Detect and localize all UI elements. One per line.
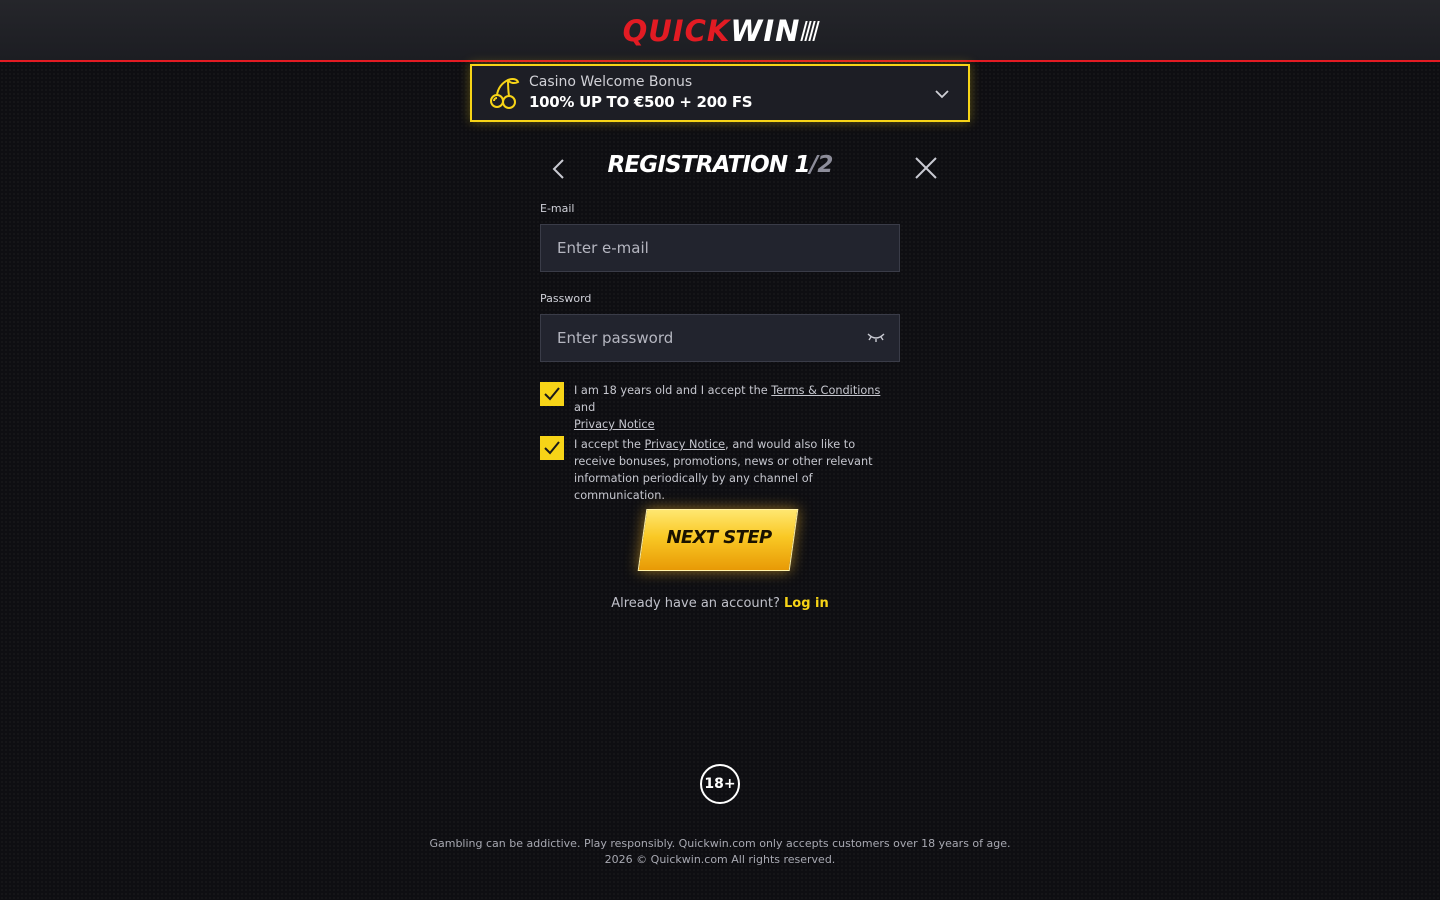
cherry-icon <box>490 77 520 109</box>
bonus-title: 100% UP TO €500 + 200 FS <box>529 93 753 111</box>
marketing-checkbox[interactable] <box>540 436 564 460</box>
email-label: E-mail <box>540 202 575 215</box>
close-icon[interactable] <box>913 155 939 181</box>
terms-consent-text: I am 18 years old and I accept the Terms… <box>574 382 904 433</box>
checkmark-icon <box>544 387 560 401</box>
copyright-line: 2026 © Quickwin.com All rights reserved. <box>604 853 836 866</box>
step-total: /2 <box>809 152 834 178</box>
chevron-down-icon[interactable] <box>934 86 950 102</box>
privacy-notice-link[interactable]: Privacy Notice <box>574 418 655 431</box>
terms-conditions-link[interactable]: Terms & Conditions <box>771 384 880 397</box>
bonus-selector[interactable]: Casino Welcome Bonus 100% UP TO €500 + 2… <box>470 64 970 122</box>
checkmark-icon <box>544 441 560 455</box>
eye-closed-icon[interactable] <box>867 331 885 343</box>
privacy-notice-link-2[interactable]: Privacy Notice <box>645 438 726 451</box>
quickwin-logo[interactable]: QUICK WIN <box>622 0 821 61</box>
next-step-button[interactable]: NEXT STEP <box>636 505 802 575</box>
bonus-subtitle: Casino Welcome Bonus <box>529 74 693 90</box>
password-input[interactable] <box>540 314 900 362</box>
logo-quick-text: QUICK <box>622 14 731 48</box>
terms-checkbox[interactable] <box>540 382 564 406</box>
login-link[interactable]: Log in <box>784 596 829 611</box>
footer-disclaimer: Gambling can be addictive. Play responsi… <box>380 836 1060 868</box>
disclaimer-line-1: Gambling can be addictive. Play responsi… <box>429 837 1011 850</box>
marketing-consent-text: I accept the Privacy Notice, and would a… <box>574 436 894 504</box>
already-account-text: Already have an account? <box>611 596 780 611</box>
step-current: 1 <box>794 152 811 178</box>
age-restriction-badge: 18+ <box>700 764 740 804</box>
top-header: QUICK WIN <box>0 0 1440 62</box>
logo-win-text: WIN <box>730 14 801 48</box>
logo-stripes <box>800 21 821 41</box>
consent1-text-middle: and <box>574 401 596 414</box>
consent2-text: I accept the <box>574 438 645 451</box>
consent1-text: I am 18 years old and I accept the <box>574 384 772 397</box>
password-label: Password <box>540 292 592 305</box>
registration-title: REGISTRATION 1/2 <box>560 152 880 178</box>
email-input[interactable] <box>540 224 900 272</box>
registration-title-text: REGISTRATION <box>607 152 788 178</box>
next-step-label: NEXT STEP <box>666 527 772 548</box>
login-prompt: Already have an account? Log in <box>560 596 880 611</box>
